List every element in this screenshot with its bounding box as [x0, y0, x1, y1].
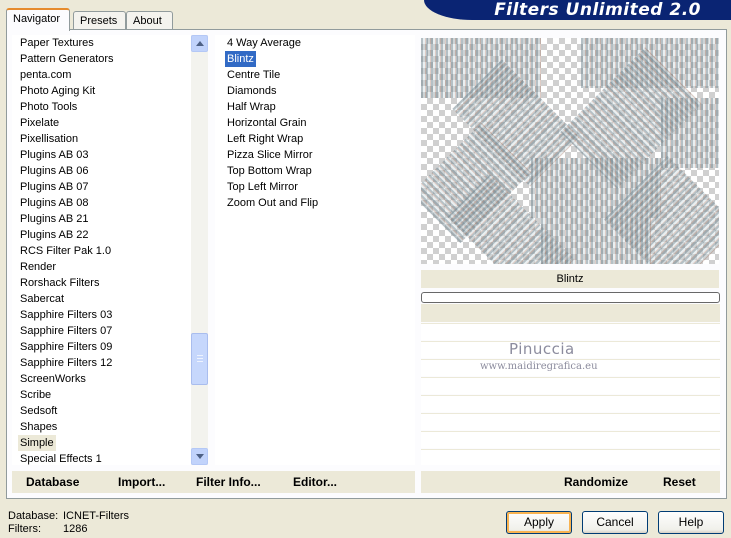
grip-icon: [197, 355, 203, 356]
category-item[interactable]: Rorshack Filters: [18, 275, 101, 291]
tab-about[interactable]: About: [126, 11, 173, 31]
editor-button[interactable]: Editor...: [293, 475, 337, 489]
title-banner: Filters Unlimited 2.0: [424, 0, 731, 20]
chevron-up-icon: [196, 41, 204, 46]
filter-item[interactable]: Zoom Out and Flip: [225, 195, 320, 211]
database-info: Database: ICNET-Filters Filters: 1286: [8, 510, 129, 536]
category-item[interactable]: penta.com: [18, 67, 73, 83]
database-button[interactable]: Database: [26, 475, 79, 489]
parameter-row: [421, 395, 720, 412]
parameter-row: [421, 323, 720, 340]
category-item[interactable]: Plugins AB 06: [18, 163, 91, 179]
watermark-name: Pinuccia: [509, 340, 575, 358]
parameter-row: [421, 449, 720, 465]
category-item[interactable]: Paper Textures: [18, 35, 96, 51]
watermark-url: www.maidiregrafica.eu: [480, 361, 598, 372]
filter-item[interactable]: 4 Way Average: [225, 35, 303, 51]
category-item[interactable]: Sedsoft: [18, 403, 59, 419]
filter-info-button[interactable]: Filter Info...: [196, 475, 261, 489]
category-item[interactable]: Sapphire Filters 03: [18, 307, 114, 323]
category-item[interactable]: Pixelate: [18, 115, 61, 131]
category-item[interactable]: Scribe: [18, 387, 53, 403]
preview-image: [421, 38, 719, 264]
randomize-button[interactable]: Randomize: [564, 475, 628, 489]
category-item[interactable]: Photo Tools: [18, 99, 79, 115]
cancel-button[interactable]: Cancel: [582, 511, 648, 534]
tab-presets[interactable]: Presets: [73, 11, 126, 31]
scroll-thumb[interactable]: [191, 333, 208, 385]
preview-filter-name: Blintz: [421, 270, 719, 288]
list-actions: Database Import... Filter Info... Editor…: [12, 471, 415, 493]
filter-list[interactable]: 4 Way Average Blintz Centre Tile Diamonds Ha…: [215, 35, 415, 465]
preview-patch: [541, 218, 651, 264]
category-item[interactable]: Sapphire Filters 12: [18, 355, 114, 371]
grip-icon: [197, 358, 203, 359]
filter-item[interactable]: Blintz: [225, 51, 256, 67]
category-item[interactable]: Plugins AB 07: [18, 179, 91, 195]
filter-item[interactable]: Pizza Slice Mirror: [225, 147, 315, 163]
help-button[interactable]: Help: [658, 511, 724, 534]
database-label: Database:: [8, 510, 59, 522]
parameter-row: [421, 377, 720, 394]
scroll-up-button[interactable]: [191, 35, 208, 52]
preview-actions: Randomize Reset: [421, 471, 720, 493]
parameter-header: [421, 304, 720, 322]
category-item[interactable]: Pixellisation: [18, 131, 80, 147]
parameter-row: [421, 431, 720, 448]
category-item[interactable]: Sapphire Filters 09: [18, 339, 114, 355]
filter-item[interactable]: Top Left Mirror: [225, 179, 300, 195]
category-item[interactable]: Photo Aging Kit: [18, 83, 97, 99]
category-item[interactable]: Shapes: [18, 419, 59, 435]
database-value: ICNET-Filters: [63, 510, 129, 522]
category-scrollbar[interactable]: [191, 35, 208, 465]
category-item[interactable]: Plugins AB 08: [18, 195, 91, 211]
category-list[interactable]: Paper Textures Pattern Generators penta.co…: [12, 35, 208, 465]
category-item[interactable]: Plugins AB 21: [18, 211, 91, 227]
filter-item[interactable]: Left Right Wrap: [225, 131, 305, 147]
category-item[interactable]: Plugins AB 22: [18, 227, 91, 243]
filter-item[interactable]: Half Wrap: [225, 99, 278, 115]
category-item[interactable]: Pattern Generators: [18, 51, 116, 67]
category-item[interactable]: Plugins AB 03: [18, 147, 91, 163]
category-item[interactable]: ScreenWorks: [18, 371, 88, 387]
category-item[interactable]: Render: [18, 259, 58, 275]
filter-item[interactable]: Diamonds: [225, 83, 279, 99]
progress-bar: [421, 292, 720, 303]
tab-navigator[interactable]: Navigator: [6, 8, 70, 31]
filter-item[interactable]: Top Bottom Wrap: [225, 163, 314, 179]
category-item[interactable]: Special Effects 1: [18, 451, 104, 465]
scroll-down-button[interactable]: [191, 448, 208, 465]
import-button[interactable]: Import...: [118, 475, 165, 489]
filter-item[interactable]: Horizontal Grain: [225, 115, 308, 131]
parameter-row: [421, 413, 720, 430]
chevron-down-icon: [196, 454, 204, 459]
category-item[interactable]: Sabercat: [18, 291, 66, 307]
apply-button[interactable]: Apply: [506, 511, 572, 534]
filters-label: Filters:: [8, 523, 41, 535]
category-item[interactable]: RCS Filter Pak 1.0: [18, 243, 113, 259]
filters-count: 1286: [63, 523, 88, 535]
reset-button[interactable]: Reset: [663, 475, 696, 489]
preview-patch: [661, 98, 719, 168]
category-item[interactable]: Simple: [18, 435, 56, 451]
filter-item[interactable]: Centre Tile: [225, 67, 282, 83]
category-item[interactable]: Sapphire Filters 07: [18, 323, 114, 339]
app-title: Filters Unlimited 2.0: [494, 0, 701, 20]
grip-icon: [197, 361, 203, 362]
